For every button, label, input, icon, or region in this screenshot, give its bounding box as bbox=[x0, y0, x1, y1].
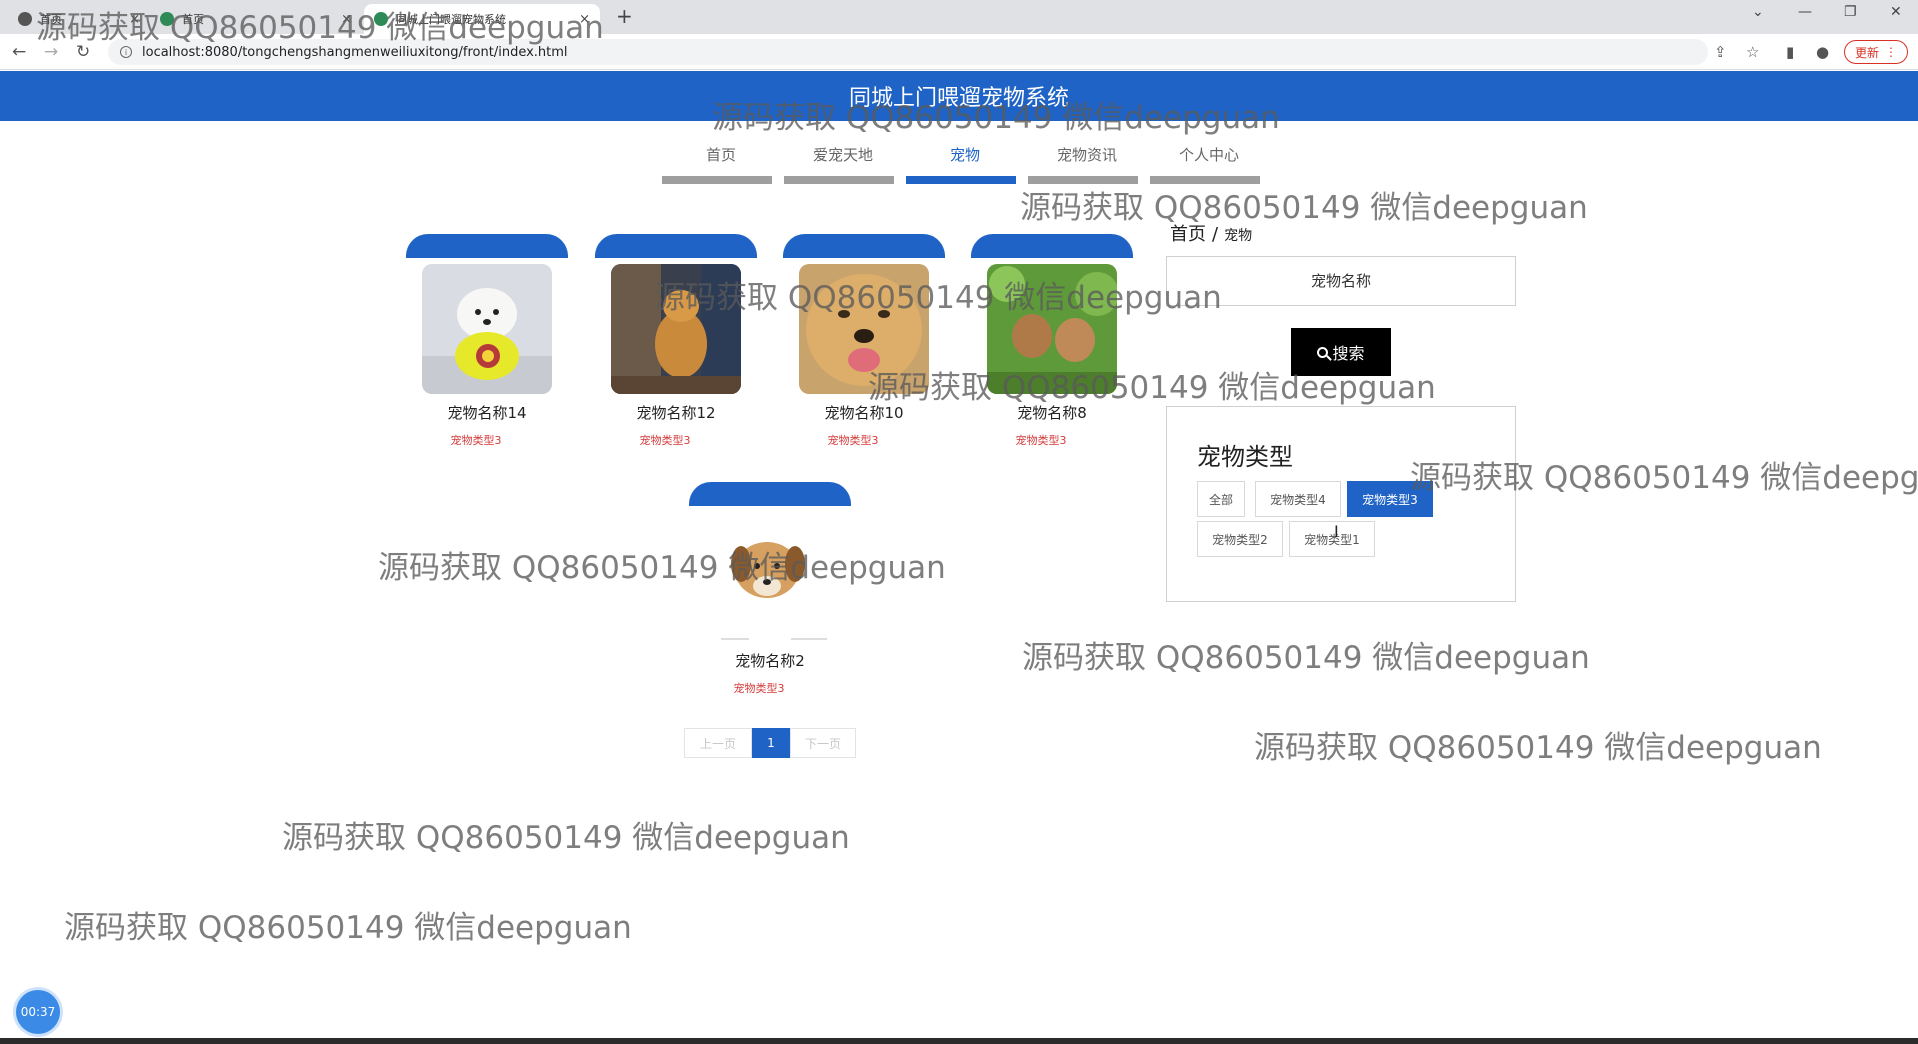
back-arrow-icon[interactable]: ← bbox=[12, 42, 26, 62]
site-info-icon[interactable]: i bbox=[120, 46, 132, 58]
card-header bbox=[689, 482, 851, 506]
main-nav: 首页 爱宠天地 宠物 宠物资讯 个人中心 bbox=[660, 138, 1270, 184]
nav-label: 个人中心 bbox=[1178, 146, 1239, 164]
watermark: 源码获取 QQ86050149 微信deepguan bbox=[868, 370, 1436, 406]
pet-type: 宠物类型3 bbox=[733, 682, 785, 695]
pet-type-all[interactable]: 全部 bbox=[1197, 481, 1245, 517]
pet-type-4[interactable]: 宠物类型4 bbox=[1255, 481, 1341, 517]
watermark: 源码获取 QQ86050149 微信deepguan bbox=[36, 10, 604, 46]
watermark: 源码获取 QQ86050149 微信deepguan bbox=[1410, 460, 1918, 496]
pet-name[interactable]: 宠物名称2 bbox=[689, 650, 851, 671]
pet-name[interactable]: 宠物名称14 bbox=[406, 402, 568, 423]
pet-name[interactable]: 宠物名称12 bbox=[595, 402, 757, 423]
nav-label: 首页 bbox=[705, 146, 736, 164]
menu-dots-icon: ⋮ bbox=[1885, 45, 1898, 59]
pet-card[interactable]: 宠物名称14 宠物类型3 bbox=[406, 234, 568, 454]
pet-type-1[interactable]: 宠物类型1 bbox=[1289, 521, 1375, 557]
nav-pet-world[interactable]: 爱宠天地 bbox=[782, 138, 904, 184]
bookmark-star-icon[interactable]: ☆ bbox=[1746, 43, 1759, 61]
watermark: 源码获取 QQ86050149 微信deepguan bbox=[654, 280, 1222, 316]
nav-label: 宠物 bbox=[949, 146, 980, 164]
update-button[interactable]: 更新 ⋮ bbox=[1844, 40, 1909, 64]
nav-pet-news[interactable]: 宠物资讯 bbox=[1026, 138, 1148, 184]
watermark: 源码获取 QQ86050149 微信deepguan bbox=[1254, 730, 1822, 766]
pet-card[interactable]: 宠物名称10 宠物类型3 bbox=[783, 234, 945, 454]
nav-pets[interactable]: 宠物 bbox=[904, 138, 1026, 184]
pet-type: 宠物类型3 bbox=[639, 434, 691, 447]
restore-icon[interactable]: ❐ bbox=[1844, 4, 1857, 20]
side-panel-icon[interactable]: ▮ bbox=[1786, 43, 1794, 61]
recording-timer[interactable]: 00:37 bbox=[16, 990, 60, 1034]
watermark: 源码获取 QQ86050149 微信deepguan bbox=[712, 100, 1280, 136]
pet-type: 宠物类型3 bbox=[1015, 434, 1067, 447]
breadcrumb-home[interactable]: 首页 bbox=[1170, 224, 1206, 245]
pet-type: 宠物类型3 bbox=[827, 434, 879, 447]
share-icon[interactable]: ⇪ bbox=[1714, 43, 1727, 61]
card-header bbox=[406, 234, 568, 258]
watermark: 源码获取 QQ86050149 微信deepguan bbox=[1020, 190, 1588, 226]
new-tab-button[interactable]: + bbox=[616, 4, 633, 28]
nav-home[interactable]: 首页 bbox=[660, 138, 782, 184]
profile-icon[interactable]: ● bbox=[1816, 43, 1829, 61]
nav-label: 爱宠天地 bbox=[812, 146, 873, 164]
breadcrumb-current: 宠物 bbox=[1224, 228, 1253, 244]
nav-label: 宠物资讯 bbox=[1056, 146, 1117, 164]
pagination: 上一页 1 下一页 bbox=[684, 728, 856, 758]
search-button-label: 搜索 bbox=[1332, 344, 1365, 363]
card-header bbox=[971, 234, 1133, 258]
mouse-cursor-icon: I bbox=[1334, 522, 1339, 541]
minimize-icon[interactable]: — bbox=[1798, 4, 1812, 20]
watermark: 源码获取 QQ86050149 微信deepguan bbox=[1022, 640, 1590, 676]
update-label: 更新 bbox=[1855, 45, 1880, 60]
nav-user-center[interactable]: 个人中心 bbox=[1148, 138, 1270, 184]
card-header bbox=[595, 234, 757, 258]
pet-card[interactable]: 宠物名称8 宠物类型3 bbox=[971, 234, 1133, 454]
next-page-button[interactable]: 下一页 bbox=[790, 728, 856, 758]
watermark: 源码获取 QQ86050149 微信deepguan bbox=[64, 910, 632, 946]
close-window-icon[interactable]: ✕ bbox=[1890, 4, 1902, 20]
page-number[interactable]: 1 bbox=[752, 728, 790, 758]
github-icon bbox=[18, 12, 32, 26]
pet-card[interactable]: 宠物名称12 宠物类型3 bbox=[595, 234, 757, 454]
breadcrumb-separator: / bbox=[1212, 224, 1219, 245]
pet-type: 宠物类型3 bbox=[450, 434, 502, 447]
search-icon bbox=[1317, 346, 1329, 358]
card-header bbox=[783, 234, 945, 258]
chevron-down-icon[interactable]: ⌄ bbox=[1752, 4, 1764, 20]
pet-image[interactable] bbox=[422, 264, 552, 394]
pet-type-panel: 宠物类型 全部 宠物类型4 宠物类型3 宠物类型2 宠物类型1 bbox=[1166, 406, 1516, 602]
pet-type-title: 宠物类型 bbox=[1197, 443, 1293, 471]
taskbar-strip bbox=[0, 1038, 1918, 1044]
watermark: 源码获取 QQ86050149 微信deepguan bbox=[378, 550, 946, 586]
prev-page-button[interactable]: 上一页 bbox=[684, 728, 752, 758]
watermark: 源码获取 QQ86050149 微信deepguan bbox=[282, 820, 850, 856]
pet-type-2[interactable]: 宠物类型2 bbox=[1197, 521, 1283, 557]
pet-card[interactable]: 宠物名称2 宠物类型3 bbox=[689, 482, 851, 702]
